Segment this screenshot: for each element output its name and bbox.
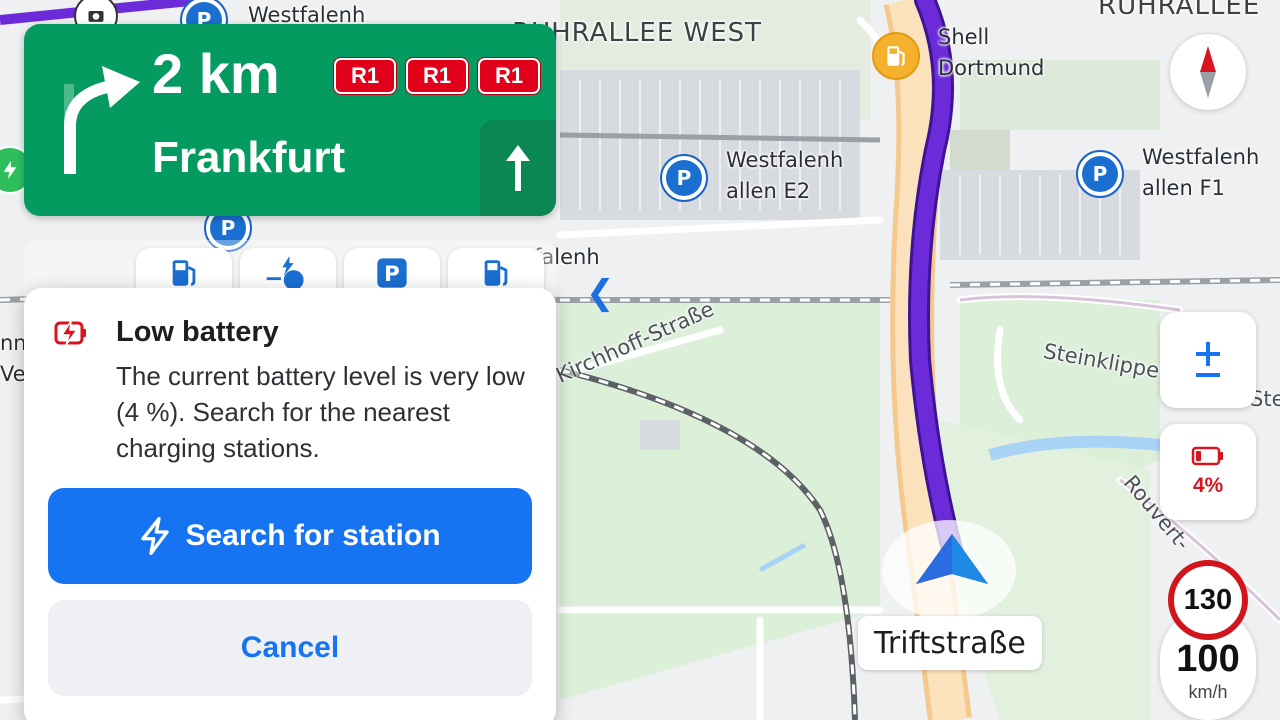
map-label: RUHRALLEE xyxy=(1098,0,1261,21)
zoom-control[interactable] xyxy=(1160,312,1256,408)
current-speed-value: 100 xyxy=(1176,638,1240,680)
map-label: Westfalenh xyxy=(1142,145,1260,169)
cancel-button[interactable]: Cancel xyxy=(48,600,532,696)
speed-unit: km/h xyxy=(1188,682,1228,702)
dialog-title: Low battery xyxy=(116,316,279,348)
parking-poi[interactable]: P xyxy=(1076,150,1124,198)
compass-button[interactable] xyxy=(1170,34,1246,110)
low-battery-dialog: Low battery The current battery level is… xyxy=(24,288,556,720)
building xyxy=(640,420,680,450)
compass-needle-icon xyxy=(1200,46,1216,98)
parking-lot xyxy=(560,70,860,220)
map-label: Dortmund xyxy=(938,56,1045,80)
parking-poi[interactable]: P xyxy=(660,154,708,202)
maneuver-destination: Frankfurt xyxy=(152,133,346,182)
speed-limit-sign: 130 xyxy=(1168,560,1248,640)
current-street-label: Triftstraße xyxy=(858,616,1042,670)
battery-level-fill xyxy=(1196,451,1201,461)
ev-charger-icon xyxy=(266,256,304,290)
fuel-station-poi[interactable] xyxy=(872,32,920,80)
map-label: allen E2 xyxy=(726,179,811,203)
lightning-icon xyxy=(141,517,170,555)
dialog-message: The current battery level is very low (4… xyxy=(116,361,525,463)
map-label: Shell xyxy=(938,25,990,49)
battery-icon xyxy=(1191,446,1223,466)
parking-icon: P xyxy=(377,258,407,288)
parking-icon: P xyxy=(1082,156,1118,192)
current-position-arrow-icon xyxy=(916,534,988,584)
building xyxy=(950,130,1010,170)
zoom-in-icon[interactable] xyxy=(1194,340,1222,368)
search-for-station-button[interactable]: Search for station xyxy=(48,488,532,584)
maneuver-distance: 2 km xyxy=(152,42,280,105)
fuel-pump-icon xyxy=(484,260,508,286)
lightning-icon xyxy=(3,160,17,180)
route-shield: R1 xyxy=(478,58,540,94)
straight-arrow-icon xyxy=(506,145,530,191)
route-shield: R1 xyxy=(334,58,396,94)
navigation-banner[interactable]: 2 km R1 R1 R1 Frankfurt xyxy=(24,24,556,216)
map-label: nn xyxy=(0,331,27,355)
route-shield: R1 xyxy=(406,58,468,94)
zoom-out-icon[interactable] xyxy=(1194,370,1222,380)
fuel-pump-icon xyxy=(887,46,905,66)
low-battery-icon xyxy=(54,320,86,346)
battery-percent: 4% xyxy=(1192,474,1224,497)
turn-right-arrow-icon xyxy=(64,66,140,174)
map-label: Ve xyxy=(0,362,26,386)
camera-icon xyxy=(88,11,104,22)
search-for-station-label: Search for station xyxy=(185,519,441,552)
battery-status-button[interactable]: 4% xyxy=(1160,424,1256,520)
fuel-pump-icon xyxy=(172,260,196,286)
lane-guidance xyxy=(480,120,556,216)
collapse-chevron-icon[interactable]: ❮ xyxy=(586,276,615,310)
map-label: Westfalenh xyxy=(726,148,844,172)
svg-text:P: P xyxy=(384,262,400,287)
map-label: allen F1 xyxy=(1142,176,1225,200)
parking-icon: P xyxy=(666,160,702,196)
cancel-label: Cancel xyxy=(240,631,340,664)
